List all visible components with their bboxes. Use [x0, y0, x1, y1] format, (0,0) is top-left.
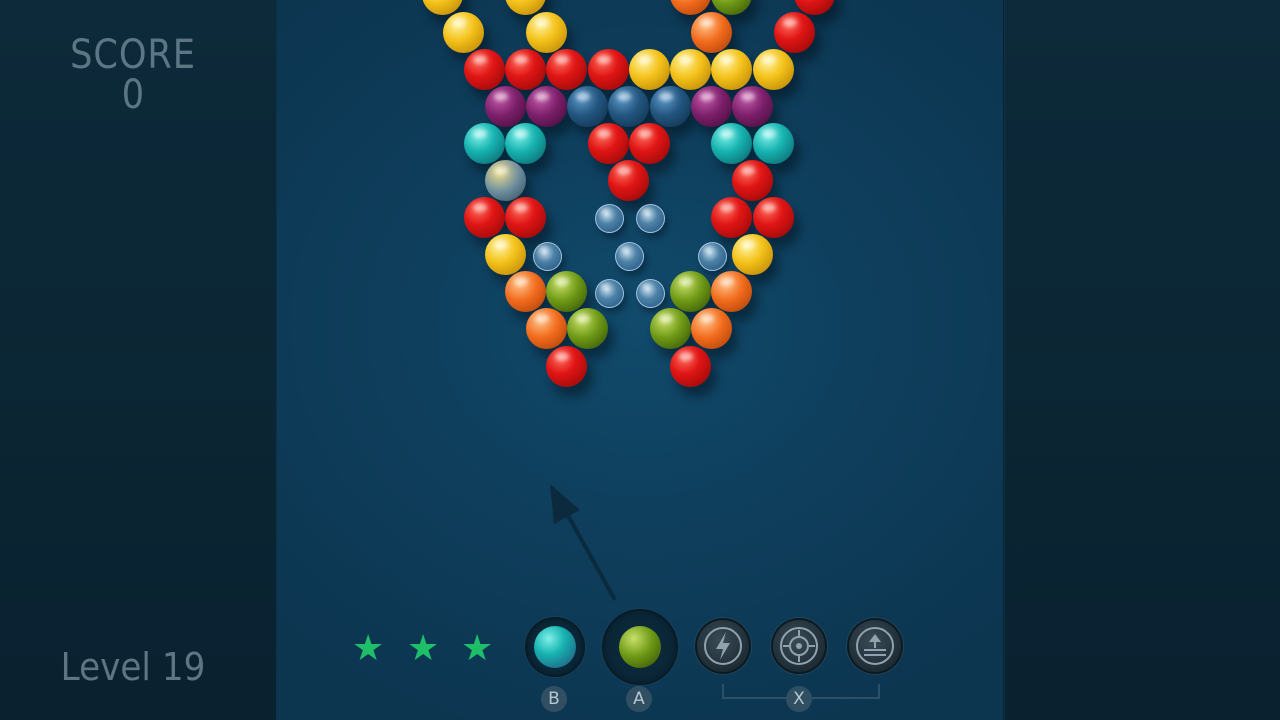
level-label: Level: [60, 645, 151, 689]
powerup-key-hint: X: [786, 686, 812, 712]
upload-icon: [856, 627, 894, 665]
aim-arrow-icon: [550, 484, 617, 601]
next-bubble-slot[interactable]: [525, 617, 585, 677]
star-icon: ★: [461, 628, 494, 669]
swap-key-hint: B: [541, 686, 567, 712]
right-panel: [1004, 0, 1280, 720]
current-bubble: [619, 626, 661, 668]
star-icon: ★: [352, 628, 385, 669]
level-number: 19: [161, 645, 206, 689]
fire-key-hint: A: [626, 686, 652, 712]
target-icon: [780, 627, 818, 665]
left-panel: SCORE 0 Level 19: [0, 0, 277, 720]
lightning-powerup-button[interactable]: [695, 618, 751, 674]
star-icon: ★: [407, 628, 440, 669]
level-indicator: Level 19: [40, 645, 225, 689]
lightning-icon: [704, 627, 742, 665]
score-value: 0: [121, 72, 145, 118]
current-bubble-slot[interactable]: [602, 609, 678, 685]
target-powerup-button[interactable]: [771, 618, 827, 674]
upload-powerup-button[interactable]: [847, 618, 903, 674]
next-bubble: [534, 626, 576, 668]
